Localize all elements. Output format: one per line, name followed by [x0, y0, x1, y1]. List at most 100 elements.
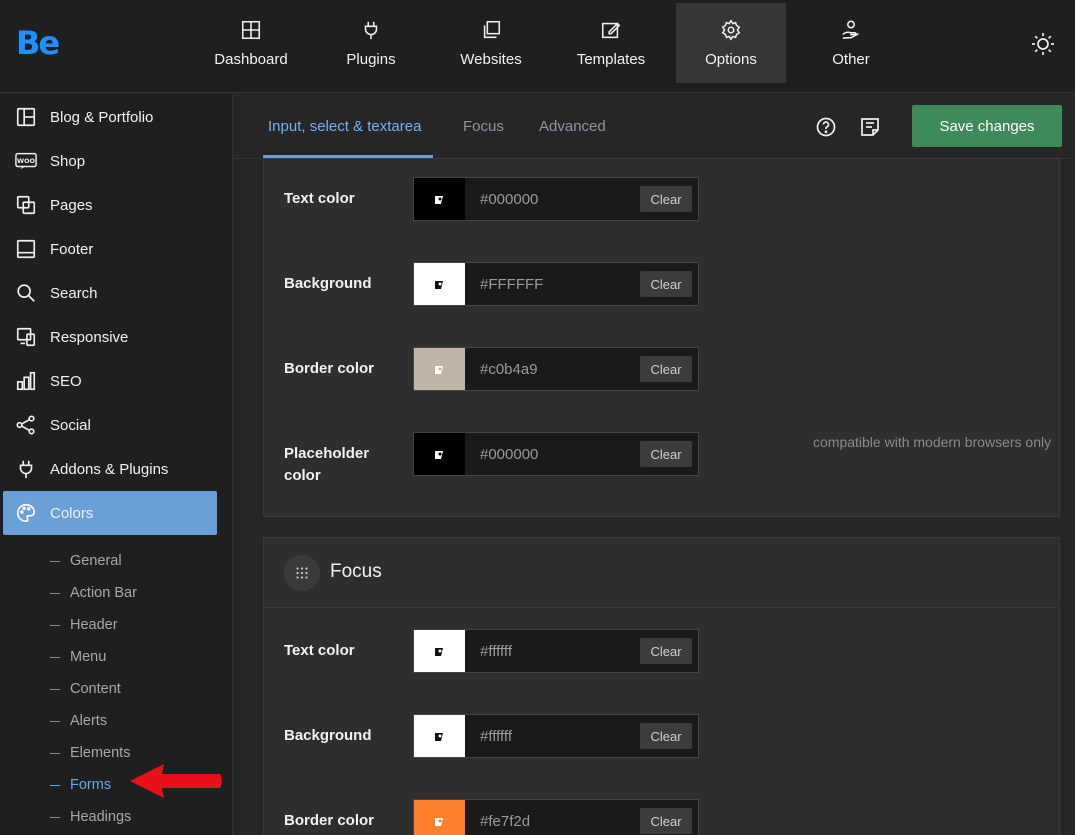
tab-focus[interactable]: Focus: [463, 94, 504, 159]
topnav-options[interactable]: Options: [676, 3, 786, 83]
clear-button[interactable]: Clear: [640, 271, 692, 297]
setting-row-focus-border-color: Border color #fe7f2d Clear: [284, 799, 1044, 835]
subitem-label: Action Bar: [70, 585, 137, 601]
tab-input-select-textarea[interactable]: Input, select & textarea: [268, 94, 421, 159]
subitem-label: Header: [70, 617, 118, 633]
seo-icon: [16, 371, 36, 391]
eyedropper-icon: [434, 451, 443, 459]
sidebar-item-social[interactable]: Social: [3, 403, 217, 447]
color-swatch[interactable]: [414, 263, 465, 305]
color-swatch[interactable]: [414, 348, 465, 390]
subitem-label: Menu: [70, 649, 107, 665]
sidebar-subitem-forms[interactable]: Forms: [50, 774, 111, 796]
clear-button[interactable]: Clear: [640, 638, 692, 664]
color-picker-field[interactable]: #FFFFFF Clear: [413, 262, 699, 306]
sidebar-item-addons-plugins[interactable]: Addons & Plugins: [3, 447, 217, 491]
sidebar-item-shop[interactable]: WOO Shop: [3, 139, 217, 183]
sidebar-item-footer[interactable]: Footer: [3, 227, 217, 271]
drag-handle-icon[interactable]: [284, 555, 320, 591]
color-picker-field[interactable]: #000000 Clear: [413, 432, 699, 476]
eyedropper-icon: [434, 281, 443, 289]
sidebar-item-label: Pages: [50, 196, 93, 214]
topnav-dashboard[interactable]: Dashboard: [191, 3, 311, 83]
sun-icon[interactable]: [1031, 32, 1055, 56]
tab-advanced[interactable]: Advanced: [539, 94, 606, 159]
sidebar-subitem-elements[interactable]: Elements: [50, 742, 130, 764]
topnav-templates[interactable]: Templates: [551, 3, 671, 83]
app-logo[interactable]: Be: [16, 26, 60, 60]
setting-label: Background: [284, 275, 372, 292]
color-swatch[interactable]: [414, 800, 465, 835]
color-picker-field[interactable]: #000000 Clear: [413, 177, 699, 221]
color-picker-field[interactable]: #c0b4a9 Clear: [413, 347, 699, 391]
save-changes-button[interactable]: Save changes: [912, 105, 1062, 147]
sidebar-item-blog-portfolio[interactable]: Blog & Portfolio: [3, 95, 217, 139]
eyedropper-icon: [434, 818, 443, 826]
annotation-arrow: [130, 764, 222, 798]
sidebar-subitem-general[interactable]: General: [50, 550, 122, 572]
dash: [50, 592, 60, 594]
dash: [50, 560, 60, 562]
responsive-icon: [16, 327, 36, 347]
sidebar-item-responsive[interactable]: Responsive: [3, 315, 217, 359]
clear-button[interactable]: Clear: [640, 441, 692, 467]
help-icon[interactable]: [814, 115, 838, 139]
topnav-websites[interactable]: Websites: [431, 3, 551, 83]
sidebar-item-search[interactable]: Search: [3, 271, 217, 315]
color-swatch[interactable]: [414, 178, 465, 220]
sidebar: Blog & Portfolio WOO Shop Pages Footer S…: [0, 94, 233, 835]
sidebar-subitem-menu[interactable]: Menu: [50, 646, 106, 668]
topnav-label: Options: [705, 50, 757, 68]
woo-icon: WOO: [15, 152, 37, 170]
notes-icon[interactable]: [858, 115, 882, 139]
setting-row-focus-background: Background #ffffff Clear: [284, 714, 1044, 758]
clear-button[interactable]: Clear: [640, 186, 692, 212]
sidebar-subitem-header[interactable]: Header: [50, 614, 118, 636]
clear-button[interactable]: Clear: [640, 356, 692, 382]
sidebar-item-pages[interactable]: Pages: [3, 183, 217, 227]
top-nav: Dashboard Plugins Websites Templates Opt…: [191, 3, 911, 83]
color-picker-field[interactable]: #ffffff Clear: [413, 629, 699, 673]
sidebar-item-seo[interactable]: SEO: [3, 359, 217, 403]
colors-panel-focus: Focus Text color #ffffff Clear Backgroun…: [263, 537, 1060, 835]
sidebar-item-label: Responsive: [50, 328, 129, 346]
color-swatch[interactable]: [414, 433, 465, 475]
sidebar-item-label: Shop: [50, 152, 86, 170]
clear-button[interactable]: Clear: [640, 808, 692, 834]
setting-label: Border color: [284, 812, 375, 829]
subitem-label: Forms: [70, 777, 112, 793]
topnav-label: Templates: [576, 50, 646, 68]
topnav-other[interactable]: Other: [791, 3, 911, 83]
plug-icon: [364, 21, 378, 39]
dots-grid-icon: [296, 567, 308, 579]
plug-icon: [19, 460, 33, 479]
color-picker-field[interactable]: #ffffff Clear: [413, 714, 699, 758]
topnav-label: Plugins: [346, 50, 396, 68]
setting-row-placeholder-color: Placeholder color #000000 Clear compatib…: [284, 432, 1051, 492]
topnav-label: Websites: [460, 50, 522, 68]
sidebar-subitem-content[interactable]: Content: [50, 678, 121, 700]
topnav-label: Dashboard: [214, 50, 288, 68]
setting-label: Placeholder color: [284, 445, 370, 484]
eyedropper-icon: [434, 733, 443, 741]
sidebar-subitem-action-bar[interactable]: Action Bar: [50, 582, 137, 604]
sidebar-subitem-headings[interactable]: Headings: [50, 806, 131, 828]
dash: [50, 784, 60, 786]
dash: [50, 816, 60, 818]
top-bar: Be Dashboard Plugins Websites Templates …: [0, 0, 1075, 93]
subitem-label: General: [70, 553, 122, 569]
color-swatch[interactable]: [414, 715, 465, 757]
subitem-label: Elements: [70, 745, 131, 761]
sidebar-item-colors[interactable]: Colors: [3, 491, 217, 535]
setting-label: Background: [284, 727, 372, 744]
websites-icon: [483, 20, 501, 38]
color-picker-field[interactable]: #fe7f2d Clear: [413, 799, 699, 835]
setting-row-border-color: Border color #c0b4a9 Clear: [284, 347, 1044, 391]
sidebar-subitem-alerts[interactable]: Alerts: [50, 710, 107, 732]
clear-button[interactable]: Clear: [640, 723, 692, 749]
topnav-plugins[interactable]: Plugins: [311, 3, 431, 83]
sidebar-item-label: SEO: [50, 372, 82, 390]
subitem-label: Headings: [70, 809, 132, 825]
color-swatch[interactable]: [414, 630, 465, 672]
setting-label: Text color: [284, 190, 355, 207]
